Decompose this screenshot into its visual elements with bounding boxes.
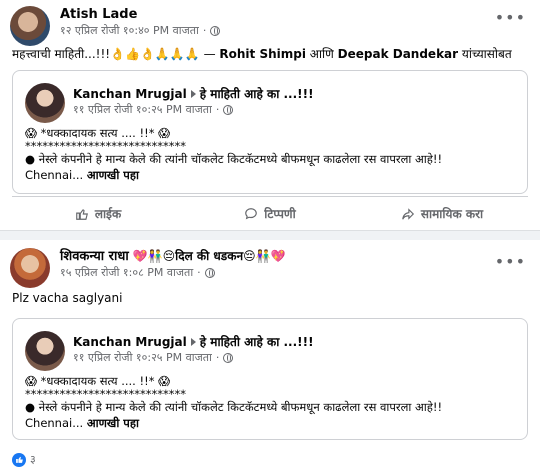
tagged-user[interactable]: Deepak Dandekar — [338, 47, 458, 61]
avatar[interactable] — [25, 331, 65, 371]
see-more-link[interactable]: आणखी पहा — [87, 168, 139, 182]
group-name[interactable]: हे माहिती आहे का ...!!! — [200, 333, 314, 350]
comment-button[interactable]: टिप्पणी — [184, 197, 356, 230]
comment-icon — [245, 207, 258, 219]
avatar[interactable] — [25, 83, 65, 123]
globe-icon — [223, 104, 234, 115]
see-more-link[interactable]: आणखी पहा — [87, 416, 139, 430]
post-text: Plz vacha saglyani — [12, 291, 123, 305]
like-button[interactable]: लाईक — [12, 197, 184, 230]
shared-timestamp[interactable]: ११ एप्रिल रोजी १०:२५ PM वाजता — [73, 350, 212, 365]
shared-text: 😱 *धक्कादायक सत्य .... !!* 😱 ***********… — [25, 126, 443, 182]
arrow-right-icon — [190, 337, 196, 346]
shared-timestamp[interactable]: ११ एप्रिल रोजी १०:२५ PM वाजता — [73, 102, 212, 117]
post-header: Atish Lade १२ एप्रिल रोजी १०:४० PM वाजता… — [10, 6, 221, 46]
post-text: महत्त्वाची माहिती...!!!👌👍👌🙏🙏🙏 — Rohit Sh… — [12, 47, 512, 61]
shared-post[interactable]: Kanchan Mrugjal हे माहिती आहे का ...!!! … — [12, 318, 528, 440]
timestamp[interactable]: १५ एप्रिल रोजी १:०८ PM वाजता — [60, 265, 193, 280]
like-icon — [12, 452, 26, 467]
share-icon — [402, 207, 414, 220]
tagged-user[interactable]: Rohit Shimpi — [219, 47, 306, 61]
more-options-icon[interactable]: ••• — [495, 8, 526, 27]
shared-text: 😱 *धक्कादायक सत्य .... !!* 😱 ***********… — [25, 374, 443, 430]
shared-post[interactable]: Kanchan Mrugjal हे माहिती आहे का ...!!! … — [12, 70, 528, 194]
shared-author-name[interactable]: Kanchan Mrugjal — [73, 87, 187, 101]
share-button[interactable]: सामायिक करा — [356, 197, 528, 230]
timestamp[interactable]: १२ एप्रिल रोजी १०:४० PM वाजता — [60, 23, 199, 38]
avatar[interactable] — [10, 6, 50, 46]
reaction-summary[interactable]: ३ — [12, 452, 36, 467]
action-bar: लाईक टिप्पणी सामायिक करा — [12, 196, 528, 230]
globe-icon — [210, 25, 221, 36]
more-options-icon[interactable]: ••• — [495, 252, 526, 271]
author-flair: 💖👫😔दिल की धडकन😔👫💖 — [132, 249, 286, 263]
arrow-right-icon — [190, 89, 196, 98]
post-card-1: Atish Lade १२ एप्रिल रोजी १०:४० PM वाजता… — [0, 0, 540, 231]
post-card-2: शिवकन्या राधा 💖👫😔दिल की धडकन😔👫💖 १५ एप्रि… — [0, 240, 540, 472]
globe-icon — [204, 267, 215, 278]
like-icon — [75, 208, 88, 220]
author-name[interactable]: शिवकन्या राधा — [60, 248, 129, 265]
shared-author-name[interactable]: Kanchan Mrugjal — [73, 335, 187, 349]
reaction-count: ३ — [30, 453, 36, 466]
globe-icon — [223, 352, 234, 363]
avatar[interactable] — [10, 248, 50, 288]
author-name[interactable]: Atish Lade — [60, 6, 220, 23]
post-header: शिवकन्या राधा 💖👫😔दिल की धडकन😔👫💖 १५ एप्रि… — [10, 248, 286, 288]
group-name[interactable]: हे माहिती आहे का ...!!! — [200, 85, 314, 102]
